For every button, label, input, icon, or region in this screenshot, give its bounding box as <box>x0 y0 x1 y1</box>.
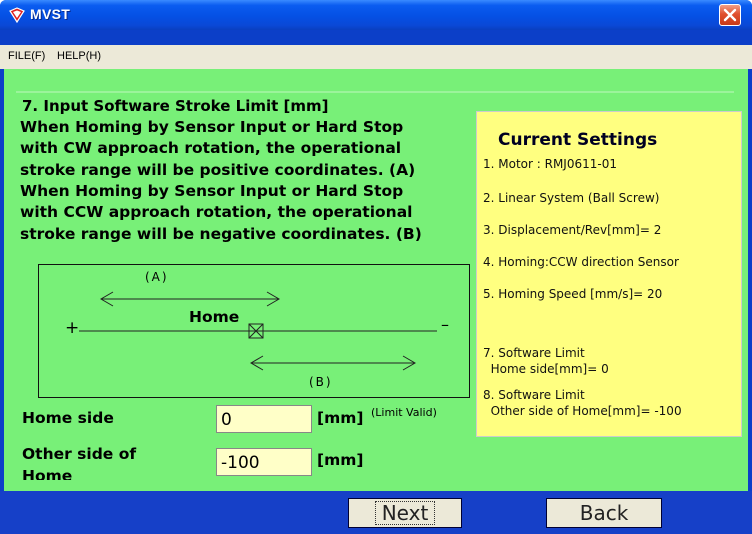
instruction-line: with CCW approach rotation, the operatio… <box>20 203 413 221</box>
next-button-label: Next <box>374 501 436 525</box>
settings-line: 7. Software Limit <box>483 346 585 360</box>
app-logo-icon <box>9 7 25 23</box>
other-side-unit: [mm] <box>317 451 364 469</box>
settings-line: Other side of Home[mm]= -100 <box>483 404 682 418</box>
menu-help[interactable]: HELP(H) <box>57 50 101 62</box>
stroke-diagram-graphic <box>79 291 437 371</box>
close-icon <box>723 8 737 22</box>
current-settings-panel: Current Settings 1. Motor : RMJ0611-01 2… <box>476 111 742 437</box>
diagram-minus-sign: – <box>441 315 449 334</box>
instruction-line: When Homing by Sensor Input or Hard Stop <box>20 182 404 200</box>
settings-line: Home side[mm]= 0 <box>483 362 609 376</box>
home-side-input[interactable]: 0 <box>216 405 312 433</box>
settings-line: 1. Motor : RMJ0611-01 <box>483 157 617 171</box>
settings-line: 5. Homing Speed [mm/s]= 20 <box>483 287 663 301</box>
next-button[interactable]: Next <box>348 498 462 528</box>
title-bar[interactable]: MVST <box>0 0 752 30</box>
settings-title: Current Settings <box>498 130 658 150</box>
menu-bar: FILE(F) HELP(H) <box>0 30 752 69</box>
home-side-label: Home side <box>22 409 114 427</box>
back-button[interactable]: Back <box>546 498 662 528</box>
settings-line: 8. Software Limit <box>483 388 585 402</box>
instruction-line: with CW approach rotation, the operation… <box>20 139 402 157</box>
menu-file[interactable]: FILE(F) <box>8 50 45 62</box>
app-window: MVST FILE(F) HELP(H) 7. Input Software S… <box>0 0 752 534</box>
instruction-line: stroke range will be positive coordinate… <box>20 161 416 179</box>
other-side-label: Other side of <box>22 445 137 463</box>
limit-valid-note: (Limit Valid) <box>371 406 437 419</box>
settings-line: 2. Linear System (Ball Screw) <box>483 191 660 205</box>
instruction-line: When Homing by Sensor Input or Hard Stop <box>20 118 404 136</box>
home-side-unit: [mm] <box>317 409 364 427</box>
other-side-label-cont: Home <box>22 467 73 480</box>
window-title: MVST <box>30 6 71 22</box>
diagram-label-a: (A) <box>145 270 169 284</box>
settings-line: 4. Homing:CCW direction Sensor <box>483 255 679 269</box>
close-button[interactable] <box>719 4 741 26</box>
other-side-input[interactable]: -100 <box>216 448 312 476</box>
diagram-plus-sign: + <box>65 318 80 338</box>
stroke-diagram: (A) + Home – (B) <box>38 264 470 398</box>
instruction-heading: 7. Input Software Stroke Limit [mm] <box>22 97 329 115</box>
diagram-label-b: (B) <box>309 375 333 389</box>
diagram-home-label: Home <box>187 308 242 326</box>
settings-line: 3. Displacement/Rev[mm]= 2 <box>483 223 662 237</box>
instruction-line: stroke range will be negative coordinate… <box>20 225 422 243</box>
